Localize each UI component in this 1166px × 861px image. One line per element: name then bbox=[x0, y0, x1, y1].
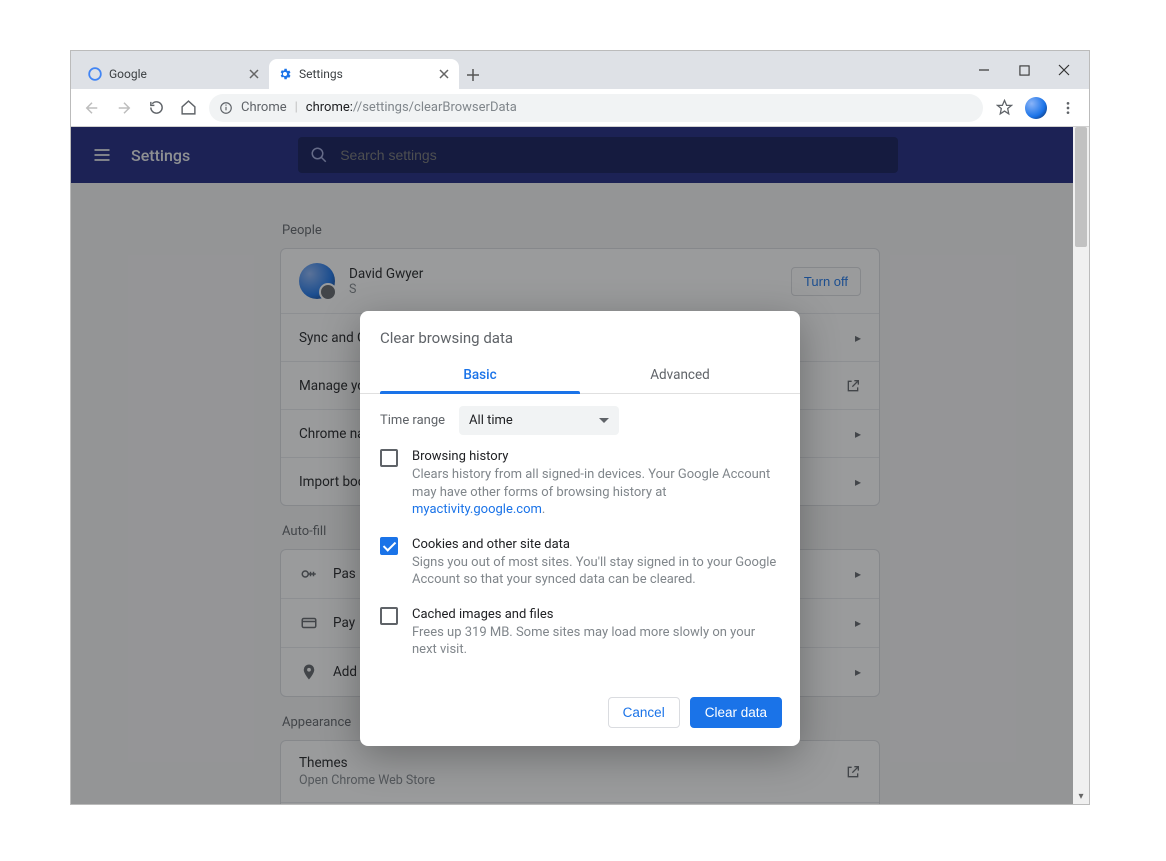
dialog-title: Clear browsing data bbox=[360, 311, 800, 357]
nav-reload-button[interactable] bbox=[145, 97, 167, 119]
option-cookies[interactable]: Cookies and other site data Signs you ou… bbox=[380, 537, 780, 589]
close-icon[interactable] bbox=[247, 67, 261, 81]
omnibox-url-proto: chrome: bbox=[306, 100, 353, 115]
clear-browsing-dialog: Clear browsing data Basic Advanced Time … bbox=[360, 311, 800, 746]
scroll-down-icon[interactable]: ▾ bbox=[1073, 788, 1089, 804]
time-range-label: Time range bbox=[380, 413, 445, 428]
omnibox-url-path: //settings/clearBrowserData bbox=[353, 100, 517, 115]
tab-title: Settings bbox=[299, 67, 431, 81]
checkbox-cached-files[interactable] bbox=[380, 607, 398, 625]
window-maximize-button[interactable] bbox=[1013, 59, 1035, 81]
tab-settings[interactable]: Settings bbox=[269, 59, 459, 89]
tab-title: Google bbox=[109, 67, 241, 81]
new-tab-button[interactable] bbox=[459, 61, 487, 89]
profile-avatar-button[interactable] bbox=[1025, 97, 1047, 119]
close-icon[interactable] bbox=[437, 67, 451, 81]
favicon-settings-gear bbox=[277, 66, 293, 82]
omnibox[interactable]: Chrome | chrome://settings/clearBrowserD… bbox=[209, 94, 983, 122]
myactivity-link[interactable]: myactivity.google.com bbox=[412, 502, 542, 517]
vertical-scrollbar[interactable]: ▾ bbox=[1073, 127, 1089, 804]
bookmark-star-icon[interactable] bbox=[993, 97, 1015, 119]
dialog-tabs: Basic Advanced bbox=[360, 357, 800, 394]
cancel-button[interactable]: Cancel bbox=[608, 697, 680, 728]
option-browsing-history[interactable]: Browsing history Clears history from all… bbox=[380, 449, 780, 519]
nav-forward-button[interactable] bbox=[113, 97, 135, 119]
nav-back-button[interactable] bbox=[81, 97, 103, 119]
window-minimize-button[interactable] bbox=[973, 59, 995, 81]
favicon-google bbox=[87, 66, 103, 82]
omnibox-chip: Chrome bbox=[241, 100, 287, 115]
security-icon bbox=[219, 101, 233, 115]
checkbox-cookies[interactable] bbox=[380, 537, 398, 555]
tab-google[interactable]: Google bbox=[79, 59, 269, 89]
nav-home-button[interactable] bbox=[177, 97, 199, 119]
option-cached-files[interactable]: Cached images and files Frees up 319 MB.… bbox=[380, 607, 780, 659]
scrollbar-thumb[interactable] bbox=[1075, 127, 1087, 247]
browser-window: Google Settings bbox=[70, 50, 1090, 805]
clear-data-button[interactable]: Clear data bbox=[690, 697, 782, 728]
browser-toolbar: Chrome | chrome://settings/clearBrowserD… bbox=[71, 89, 1089, 127]
tab-basic[interactable]: Basic bbox=[380, 357, 580, 393]
time-range-select[interactable]: All time bbox=[459, 406, 619, 435]
window-close-button[interactable] bbox=[1053, 59, 1075, 81]
tab-strip: Google Settings bbox=[71, 51, 1089, 89]
checkbox-browsing-history[interactable] bbox=[380, 449, 398, 467]
tab-advanced[interactable]: Advanced bbox=[580, 357, 780, 393]
menu-kebab-icon[interactable] bbox=[1057, 97, 1079, 119]
